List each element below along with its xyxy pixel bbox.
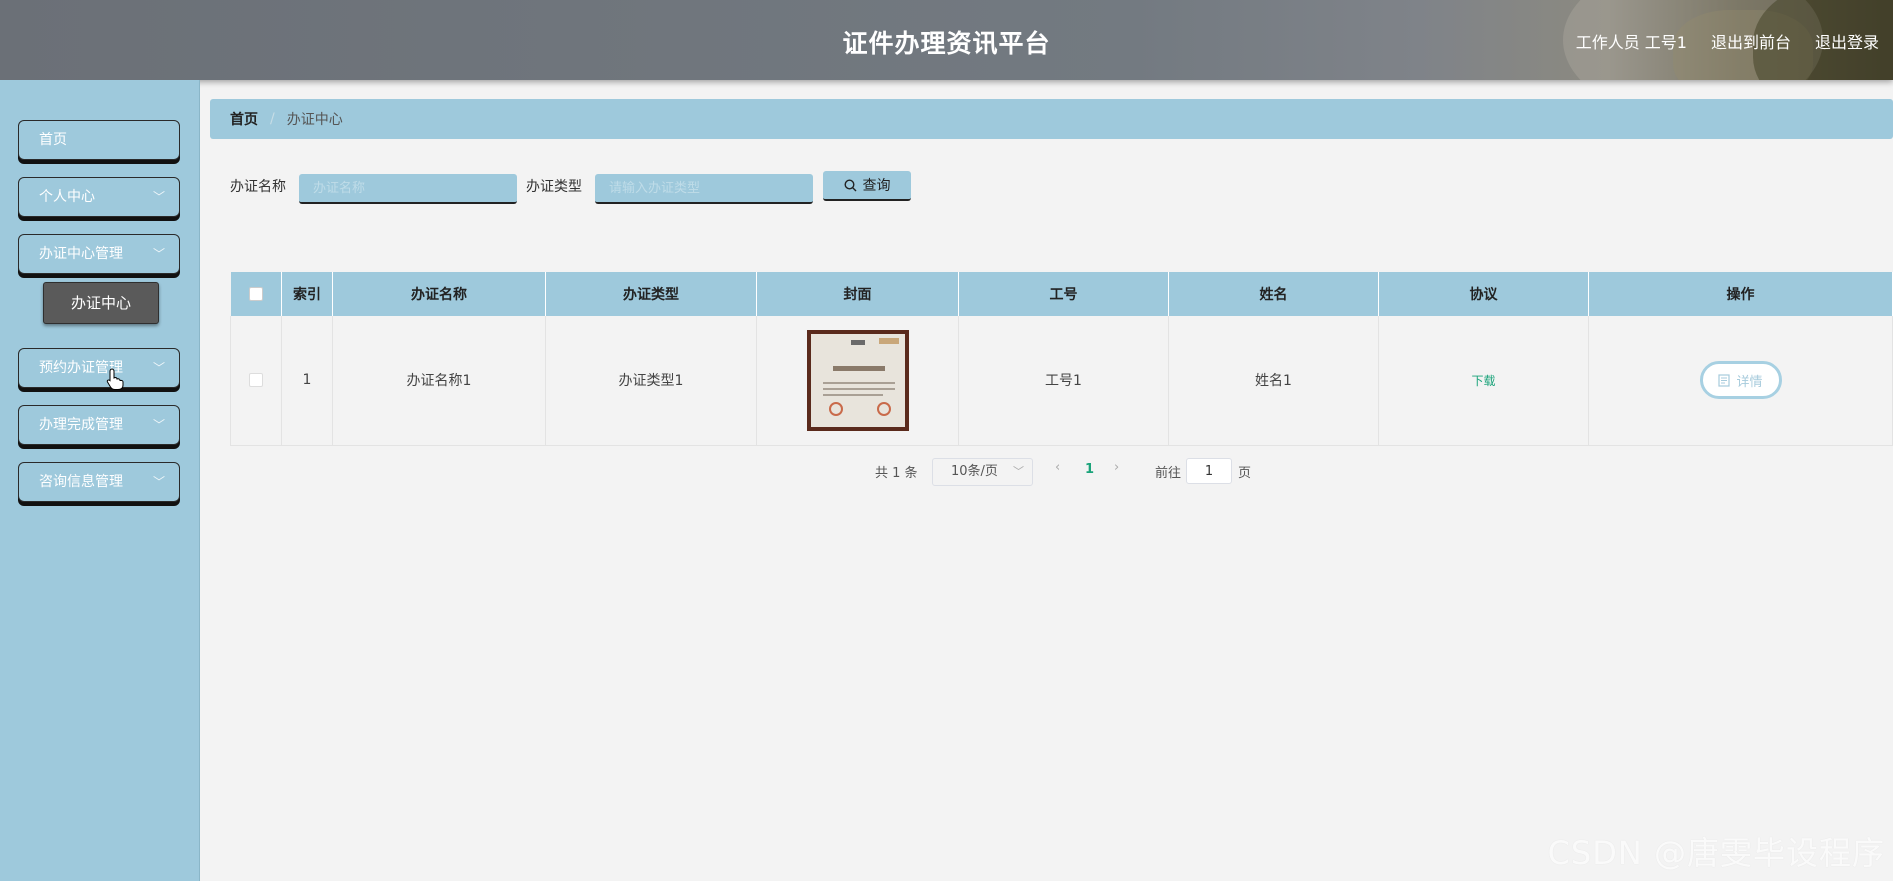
chevron-down-icon: ﹀ [152,247,165,261]
download-link[interactable]: 下载 [1471,374,1495,388]
column-header: 工号 [958,272,1169,316]
certificate-cover-image [806,329,909,431]
current-user-label: 工作人员 工号1 [1575,33,1687,52]
sidebar-item-home[interactable]: 首页 [18,120,180,160]
column-header: 索引 [281,272,333,316]
cover-cell [756,316,959,446]
certificate-type-cell: 办证类型1 [545,316,757,446]
sidebar-item-personal-center[interactable]: 个人中心 ﹀ [18,177,180,217]
breadcrumb-current: 办证中心 [286,112,343,128]
row-checkbox[interactable] [249,373,263,388]
sidebar-item-label: 办证中心管理 [39,246,123,262]
column-header: 办证名称 [332,272,546,316]
table-header-row: 索引 办证名称 办证类型 封面 工号 姓名 协议 操作 [230,272,1893,316]
page-size-value: 10条/页 [951,464,998,479]
sidebar-item-certificate-center-mgmt[interactable]: 办证中心管理 ﹀ [18,234,180,274]
breadcrumb-home[interactable]: 首页 [230,109,258,129]
logout-link[interactable]: 退出登录 [1815,29,1879,53]
sidebar-item-label: 个人中心 [39,189,95,205]
goto-suffix: 页 [1238,466,1252,481]
agreement-cell: 下载 [1378,316,1589,446]
type-search-input[interactable] [595,174,813,204]
watermark: CSDN @唐雯毕设程序 [1547,834,1885,872]
pagination: 共 1 条 10条/页 ﹀ ‹ 1 › 前往 页 [0,458,1893,488]
column-header: 姓名 [1168,272,1379,316]
current-page-number[interactable]: 1 [1085,462,1094,477]
chevron-down-icon: ﹀ [152,190,165,204]
detail-button-label: 详情 [1736,374,1763,390]
column-header: 封面 [756,272,959,316]
chevron-down-icon: ﹀ [1013,465,1024,478]
certificate-name-cell: 办证名称1 [332,316,546,446]
sidebar-item-label: 首页 [39,132,67,148]
person-name-cell: 姓名1 [1168,316,1379,446]
table-row: 1 办证名称1 办证类型1 工号1 姓名1 下载 详情 [230,316,1893,446]
page-size-select[interactable]: 10条/页 ﹀ [932,458,1033,486]
pagination-total: 共 1 条 [875,466,918,481]
chevron-down-icon: ﹀ [152,361,165,375]
employee-no-cell: 工号1 [958,316,1169,446]
header-links: 工作人员 工号1 退出到前台 退出登录 [1576,29,1879,53]
breadcrumb-separator: / [270,111,275,127]
action-cell: 详情 [1588,316,1893,446]
select-all-header[interactable] [230,272,282,316]
certificate-table: 索引 办证名称 办证类型 封面 工号 姓名 协议 操作 1 办证名称1 办证类型… [230,272,1893,446]
select-all-checkbox[interactable] [248,287,263,301]
next-page-icon[interactable]: › [1114,460,1119,475]
goto-label: 前往 [1155,466,1182,481]
prev-page-icon[interactable]: ‹ [1055,460,1060,475]
submenu-item-certificate-center[interactable]: 办证中心 [43,282,159,324]
search-button-label: 查询 [862,177,891,193]
hand-cursor-icon [106,368,124,390]
index-cell: 1 [281,316,333,446]
goto-page-input[interactable] [1186,458,1232,484]
breadcrumb: 首页 / 办证中心 [210,99,1893,139]
name-search-input[interactable] [299,174,517,204]
detail-button[interactable]: 详情 [1699,361,1782,400]
column-header: 操作 [1588,272,1893,316]
name-search-label: 办证名称 [230,179,286,195]
sidebar-item-label: 办理完成管理 [39,417,123,433]
sidebar-item-completed-mgmt[interactable]: 办理完成管理 ﹀ [18,405,180,445]
column-header: 办证类型 [545,272,757,316]
document-icon [1718,374,1731,387]
type-search-label: 办证类型 [526,179,582,195]
search-icon [843,178,856,191]
chevron-down-icon: ﹀ [152,418,165,432]
back-to-front-link[interactable]: 退出到前台 [1711,29,1791,53]
row-select-cell[interactable] [230,316,282,446]
column-header: 协议 [1378,272,1589,316]
search-button[interactable]: 查询 [823,171,911,201]
sidebar-item-appointment-mgmt[interactable]: 预约办证管理 ﹀ [18,348,180,388]
top-header: 证件办理资讯平台 工作人员 工号1 退出到前台 退出登录 [0,0,1893,80]
